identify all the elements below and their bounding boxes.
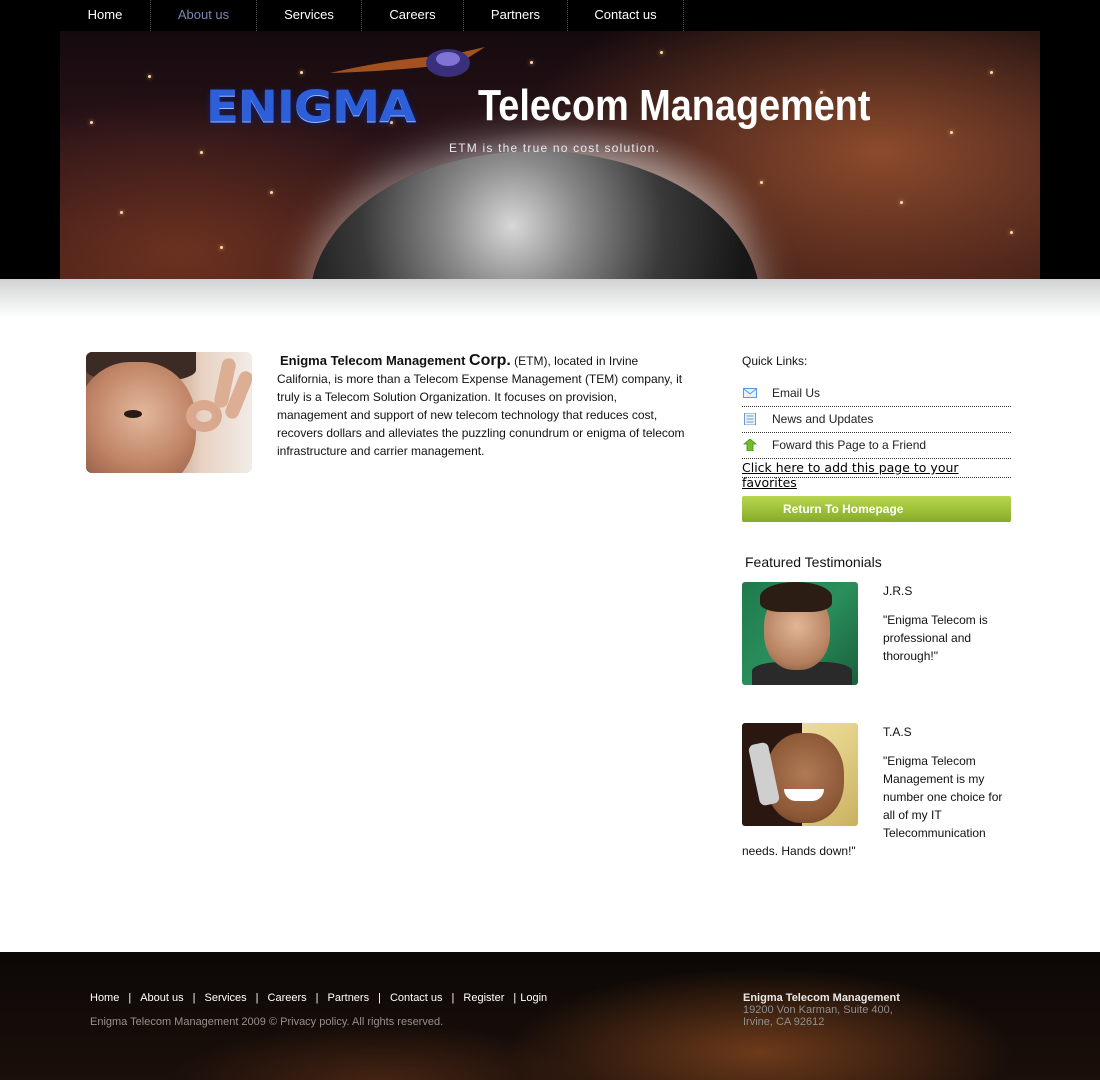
logo-title: Telecom Management bbox=[478, 81, 871, 130]
testimonial-quote-tas-continued: needs. Hands down!" bbox=[742, 844, 856, 858]
forward-arrow-icon bbox=[743, 439, 757, 451]
quick-links-title: Quick Links: bbox=[742, 354, 808, 368]
footer-link-login[interactable]: Login bbox=[520, 992, 547, 1004]
logo-enigma-wordmark: ENIGMA bbox=[206, 81, 416, 133]
footer-link-services[interactable]: Services bbox=[204, 992, 246, 1004]
footer-link-careers[interactable]: Careers bbox=[268, 992, 307, 1004]
footer-separator: | bbox=[451, 992, 455, 1004]
header-tagline: ETM is the true no cost solution. bbox=[449, 141, 661, 155]
footer: Home | About us | Services | Careers | P… bbox=[0, 952, 1100, 1080]
testimonial-author-jrs: J.R.S bbox=[883, 584, 913, 598]
testimonial-photo-jrs bbox=[742, 582, 858, 685]
quick-link-forward-page[interactable]: Foward this Page to a Friend bbox=[742, 433, 1011, 459]
nav-item-partners[interactable]: Partners bbox=[464, 0, 568, 31]
quick-link-label: News and Updates bbox=[772, 412, 874, 426]
document-icon bbox=[744, 413, 756, 425]
intro-body: (ETM), located in Irvine California, is … bbox=[277, 354, 685, 458]
footer-address-line-2: Irvine, CA 92612 bbox=[743, 1016, 825, 1028]
footer-link-partners[interactable]: Partners bbox=[328, 992, 370, 1004]
man-ok-gesture-photo bbox=[86, 352, 252, 473]
testimonial-quote-tas: "Enigma Telecom Management is my number … bbox=[883, 754, 1003, 840]
footer-separator: | bbox=[378, 992, 381, 1004]
testimonial-quote-jrs: "Enigma Telecom is professional and thor… bbox=[883, 613, 988, 663]
testimonial-photo-tas bbox=[742, 723, 858, 826]
earth-planet-graphic bbox=[310, 151, 760, 279]
return-to-homepage-button[interactable]: Return To Homepage bbox=[742, 496, 1011, 522]
nav-item-careers[interactable]: Careers bbox=[362, 0, 464, 31]
nav-item-contact-us[interactable]: Contact us bbox=[568, 0, 684, 31]
footer-separator: | bbox=[255, 992, 259, 1004]
top-navigation: Home About us Services Careers Partners … bbox=[0, 0, 1100, 31]
footer-separator: | bbox=[192, 992, 196, 1004]
footer-address: Enigma Telecom Management 19200 Von Karm… bbox=[743, 992, 900, 1028]
quick-link-label: Email Us bbox=[772, 386, 821, 400]
spaceship-icon bbox=[330, 47, 485, 77]
quick-link-email-us[interactable]: Email Us bbox=[742, 381, 1011, 407]
nav-item-home[interactable]: Home bbox=[60, 0, 151, 31]
intro-company-name: Enigma Telecom Management Corp. bbox=[280, 352, 511, 369]
footer-copyright: Enigma Telecom Management 2009 © Privacy… bbox=[90, 1016, 444, 1028]
footer-company-name: Enigma Telecom Management bbox=[743, 992, 900, 1004]
footer-separator: | bbox=[513, 992, 517, 1004]
footer-nav: Home | About us | Services | Careers | P… bbox=[90, 992, 547, 1004]
quick-link-label: Foward this Page to a Friend bbox=[772, 438, 927, 452]
header-shadow-band bbox=[0, 279, 1100, 319]
footer-separator: | bbox=[315, 992, 319, 1004]
footer-link-contact-us[interactable]: Contact us bbox=[390, 992, 443, 1004]
nav-list: Home About us Services Careers Partners … bbox=[60, 0, 684, 31]
nav-item-about-us[interactable]: About us bbox=[151, 0, 257, 31]
footer-link-about-us[interactable]: About us bbox=[140, 992, 183, 1004]
intro-paragraph: Enigma Telecom Management Corp. (ETM), l… bbox=[277, 352, 687, 460]
testimonial-author-tas: T.A.S bbox=[883, 725, 912, 739]
quick-link-news-updates[interactable]: News and Updates bbox=[742, 407, 1011, 433]
envelope-icon bbox=[743, 388, 757, 398]
header-banner: ENIGMA Telecom Management ETM is the tru… bbox=[60, 31, 1040, 279]
testimonials-title: Featured Testimonials bbox=[745, 554, 882, 570]
footer-link-register[interactable]: Register bbox=[463, 992, 504, 1004]
footer-link-home[interactable]: Home bbox=[90, 992, 119, 1004]
add-to-favorites-link[interactable]: Click here to add this page to your favo… bbox=[742, 460, 1011, 490]
footer-address-line-1: 19200 Von Karman, Suite 400, bbox=[743, 1004, 893, 1016]
nav-item-services[interactable]: Services bbox=[257, 0, 362, 31]
footer-separator: | bbox=[128, 992, 132, 1004]
